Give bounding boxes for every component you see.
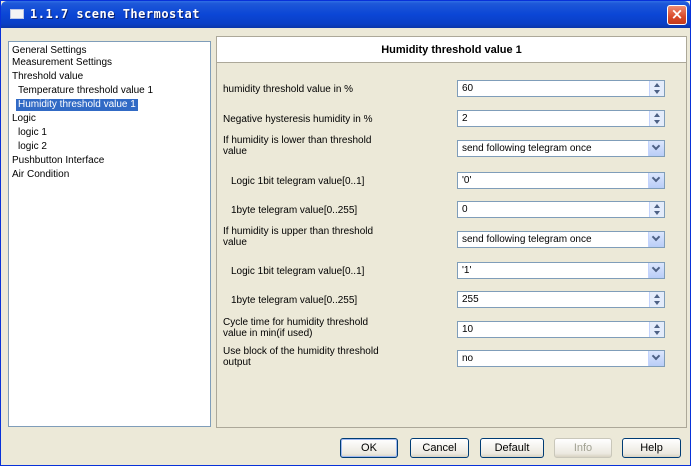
window-title: 1.1.7 scene Thermostat [30,7,200,21]
upper-1byte-value: 255 [462,294,479,305]
close-button[interactable]: × [667,5,687,25]
chevron-down-icon[interactable] [648,263,664,278]
upper-1bit-value: '1' [462,265,472,276]
hysteresis-spinbox[interactable]: 2 [457,110,665,127]
param-label-lower-1byte: 1byte telegram value[0..255] [231,205,358,216]
hysteresis-value: 2 [462,113,468,124]
panel-title: Humidity threshold value 1 [217,37,686,63]
spin-arrows-icon[interactable] [649,81,664,96]
cancel-button[interactable]: Cancel [410,438,469,458]
info-button[interactable]: Info [554,438,612,458]
lower-action-dropdown[interactable]: send following telegram once [457,140,665,157]
window-icon [10,9,24,19]
block-value: no [462,353,474,364]
param-label-lower: If humidity is lower than threshold valu… [223,135,372,157]
lower-action-value: send following telegram once [462,143,592,154]
param-label-lower-1bit: Logic 1bit telegram value[0..1] [231,176,365,187]
spin-arrows-icon[interactable] [649,111,664,126]
tree-item-threshold-value[interactable]: Threshold value [10,71,85,83]
upper-1byte-spinbox[interactable]: 255 [457,291,665,308]
parameter-tree[interactable]: General Settings Measurement Settings Th… [8,41,211,427]
cycle-time-spinbox[interactable]: 10 [457,321,665,338]
param-label-upper: If humidity is upper than threshold valu… [223,226,374,248]
tree-item-pushbutton-interface[interactable]: Pushbutton Interface [10,155,106,167]
tree-item-general-settings[interactable]: General Settings [10,45,89,57]
lower-1byte-value: 0 [462,204,468,215]
chevron-down-icon[interactable] [648,351,664,366]
upper-action-dropdown[interactable]: send following telegram once [457,231,665,248]
parameter-panel: Humidity threshold value 1 humidity thre… [216,36,687,428]
lower-1bit-value: '0' [462,175,472,186]
lower-1bit-dropdown[interactable]: '0' [457,172,665,189]
tree-item-logic-2[interactable]: logic 2 [16,141,49,153]
upper-1bit-dropdown[interactable]: '1' [457,262,665,279]
tree-item-logic[interactable]: Logic [10,113,38,125]
chevron-down-icon[interactable] [648,232,664,247]
ok-button[interactable]: OK [340,438,398,458]
tree-item-humidity-threshold[interactable]: Humidity threshold value 1 [16,99,138,111]
dialog-window: 1.1.7 scene Thermostat × General Setting… [0,0,691,466]
tree-item-logic-1[interactable]: logic 1 [16,127,49,139]
chevron-down-icon[interactable] [648,141,664,156]
lower-1byte-spinbox[interactable]: 0 [457,201,665,218]
param-label-block: Use block of the humidity threshold outp… [223,346,379,368]
tree-item-air-condition[interactable]: Air Condition [10,169,71,181]
param-label-upper-1byte: 1byte telegram value[0..255] [231,295,358,306]
chevron-down-icon[interactable] [648,173,664,188]
default-button[interactable]: Default [480,438,544,458]
param-label-threshold: humidity threshold value in % [223,84,354,95]
param-label-cycle-time: Cycle time for humidity threshold value … [223,317,369,339]
spin-arrows-icon[interactable] [649,202,664,217]
spin-arrows-icon[interactable] [649,322,664,337]
tree-item-temperature-threshold[interactable]: Temperature threshold value 1 [16,85,155,97]
spin-arrows-icon[interactable] [649,292,664,307]
threshold-spinbox[interactable]: 60 [457,80,665,97]
title-bar[interactable]: 1.1.7 scene Thermostat × [1,1,690,28]
help-button[interactable]: Help [622,438,681,458]
param-label-hysteresis: Negative hysteresis humidity in % [223,114,373,125]
threshold-value: 60 [462,83,474,94]
tree-item-measurement-settings[interactable]: Measurement Settings [10,57,114,69]
block-dropdown[interactable]: no [457,350,665,367]
cycle-time-value: 10 [462,324,474,335]
param-label-upper-1bit: Logic 1bit telegram value[0..1] [231,266,365,277]
upper-action-value: send following telegram once [462,234,592,245]
